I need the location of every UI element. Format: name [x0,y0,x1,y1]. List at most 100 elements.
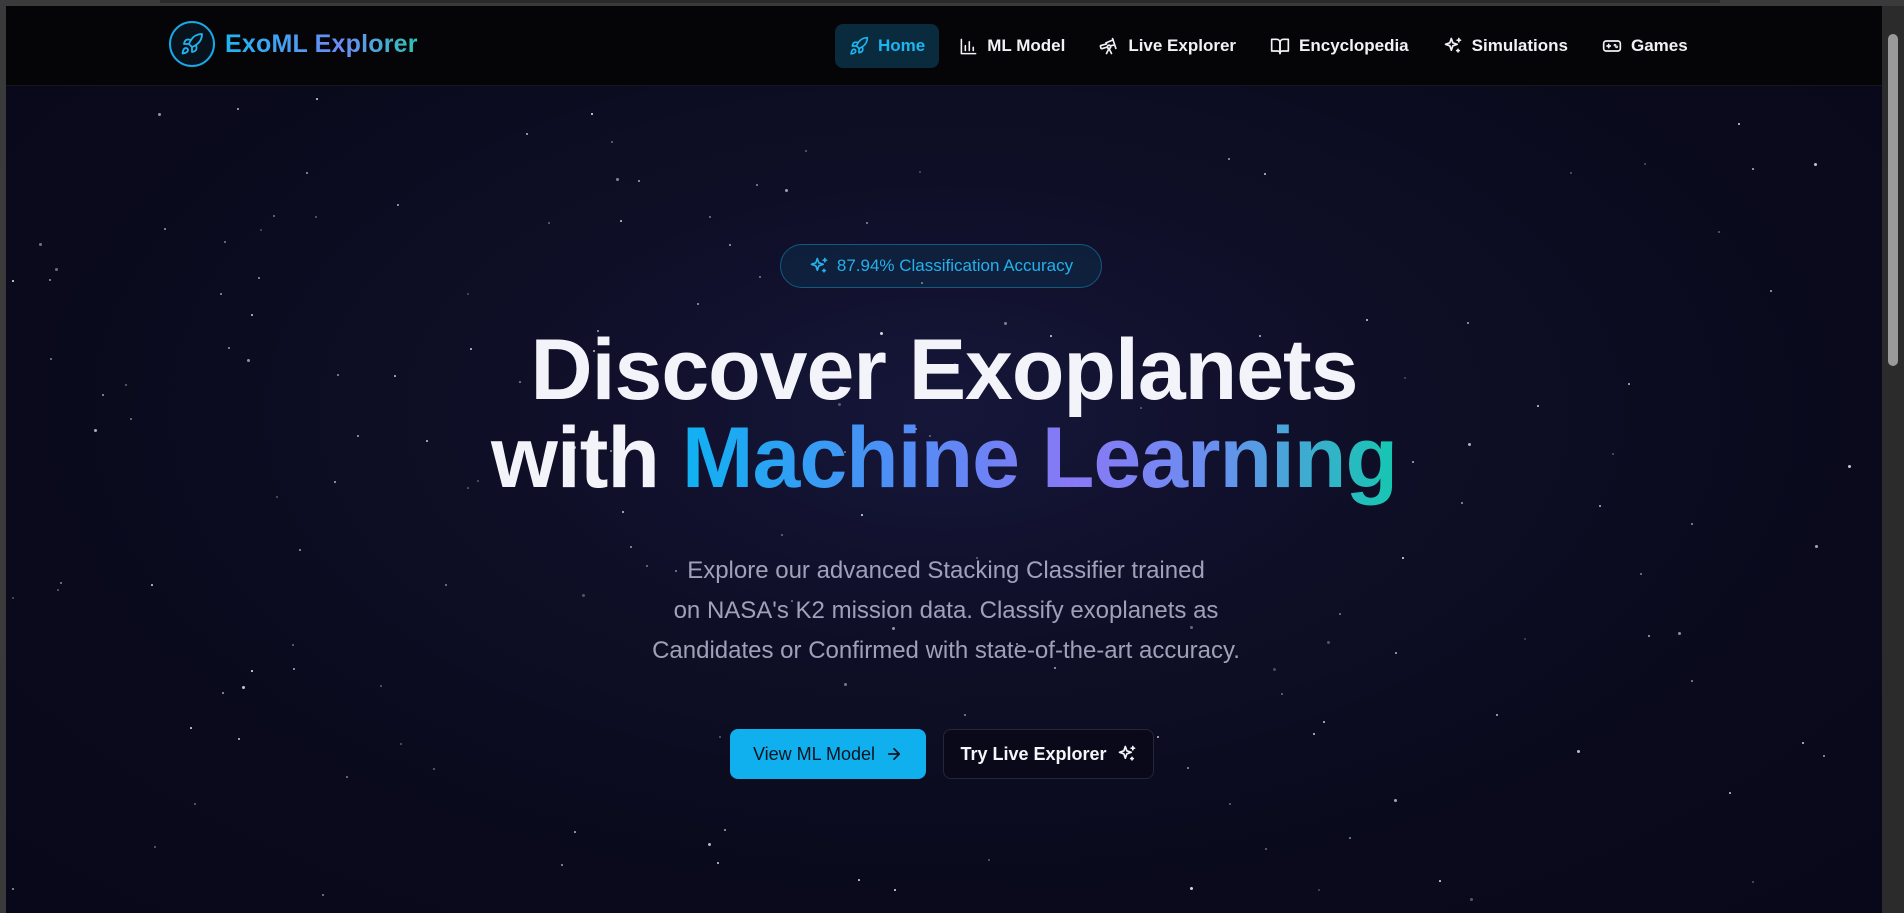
headline-gradient-text: Machine Learning [681,410,1398,506]
star-dot [400,743,402,745]
navbar: ExoML Explorer Home ML Model Live Explor… [6,6,1882,86]
star-dot [729,244,731,246]
star-dot [380,685,382,687]
nav-item-games[interactable]: Games [1588,24,1702,68]
window-top-strip [160,0,1720,3]
star-dot [1349,837,1351,839]
star-dot [1264,173,1266,175]
star-dot [785,189,788,192]
star-dot [561,864,563,866]
star-dot [1402,557,1404,559]
star-dot [55,268,58,271]
description-line: on NASA's K2 mission data. Classify exop… [673,597,1219,624]
brand-link[interactable]: ExoML Explorer [169,21,418,67]
star-dot [526,133,528,135]
star-dot [445,584,447,586]
star-dot [1281,693,1283,695]
scrollbar-thumb[interactable] [1888,34,1898,366]
nav-item-simulations[interactable]: Simulations [1429,24,1582,68]
star-dot [237,108,239,110]
star-dot [1729,792,1731,794]
nav-item-live-explorer[interactable]: Live Explorer [1085,24,1250,68]
star-dot [346,776,348,778]
star-dot [322,894,324,896]
nav-item-label: Encyclopedia [1299,36,1409,55]
star-dot [1461,502,1463,504]
star-dot [1691,523,1693,525]
headline-plain-text: with [490,410,660,506]
star-dot [1815,545,1818,548]
star-dot [620,220,622,222]
page-scrollbar[interactable] [1882,6,1904,913]
try-live-explorer-button[interactable]: Try Live Explorer [943,729,1154,779]
star-dot [1648,635,1650,637]
star-dot [1678,632,1681,635]
star-dot [844,683,847,686]
star-dot [805,150,807,152]
sparkles-icon [1444,37,1461,53]
star-dot [273,215,275,217]
star-dot [1770,290,1772,292]
star-dot [697,303,699,305]
star-dot [866,222,868,224]
accuracy-badge: 87.94% Classification Accuracy [780,244,1102,288]
star-dot [724,829,726,831]
star-dot [151,584,153,586]
star-dot [756,184,758,186]
star-dot [293,668,295,670]
star-dot [919,171,921,173]
star-dot [1265,848,1267,850]
star-dot [1599,505,1601,507]
nav-item-encyclopedia[interactable]: Encyclopedia [1256,24,1423,68]
star-dot [1577,750,1580,753]
rocket-icon [850,36,869,55]
view-ml-model-button[interactable]: View ML Model [730,729,926,779]
star-dot [1524,638,1526,640]
star-dot [315,216,317,218]
star-dot [164,228,166,230]
page-viewport: ExoML Explorer Home ML Model Live Explor… [6,6,1882,913]
star-dot [1187,767,1189,769]
description-line: Candidates or Confirmed with state-of-th… [652,637,1240,664]
star-dot [1738,123,1740,125]
star-dot [194,803,196,805]
star-dot [988,859,990,861]
arrow-right-icon [887,747,901,761]
star-dot [158,113,161,116]
star-dot [12,888,14,890]
star-dot [316,98,318,100]
star-dot [306,172,308,174]
star-dot [1570,172,1572,174]
star-dot [858,879,860,881]
star-dot [60,582,62,584]
hero-headline: Discover Exoplanets with Machine Learnin… [6,326,1882,502]
star-dot [1394,799,1397,802]
star-dot [1640,573,1642,575]
accuracy-badge-label: 87.94% Classification Accuracy [836,256,1074,275]
nav-item-home[interactable]: Home [835,24,940,68]
star-dot [1752,881,1754,883]
star-dot [258,277,260,279]
headline-line-1: Discover Exoplanets [530,322,1358,418]
nav-links: Home ML Model Live Explorer Encyclopedia… [835,24,1708,68]
sparkles-icon [1118,745,1135,761]
star-dot [12,597,14,599]
star-dot [1190,887,1193,890]
star-dot [220,293,222,295]
sparkles-icon [810,257,828,273]
nav-item-ml-model[interactable]: ML Model [945,24,1079,68]
view-ml-model-label: View ML Model [752,743,876,764]
star-dot [260,229,262,231]
star-dot [548,222,550,224]
star-dot [964,714,966,716]
headline-line-2: with Machine Learning [6,414,1882,502]
star-dot [1229,803,1231,805]
nav-item-label: ML Model [987,36,1066,55]
star-dot [242,686,245,689]
nav-item-label: Games [1631,36,1688,55]
star-dot [1228,158,1230,160]
star-dot [1644,163,1646,165]
star-dot [12,280,14,282]
star-dot [1691,680,1693,682]
star-dot [622,511,624,513]
